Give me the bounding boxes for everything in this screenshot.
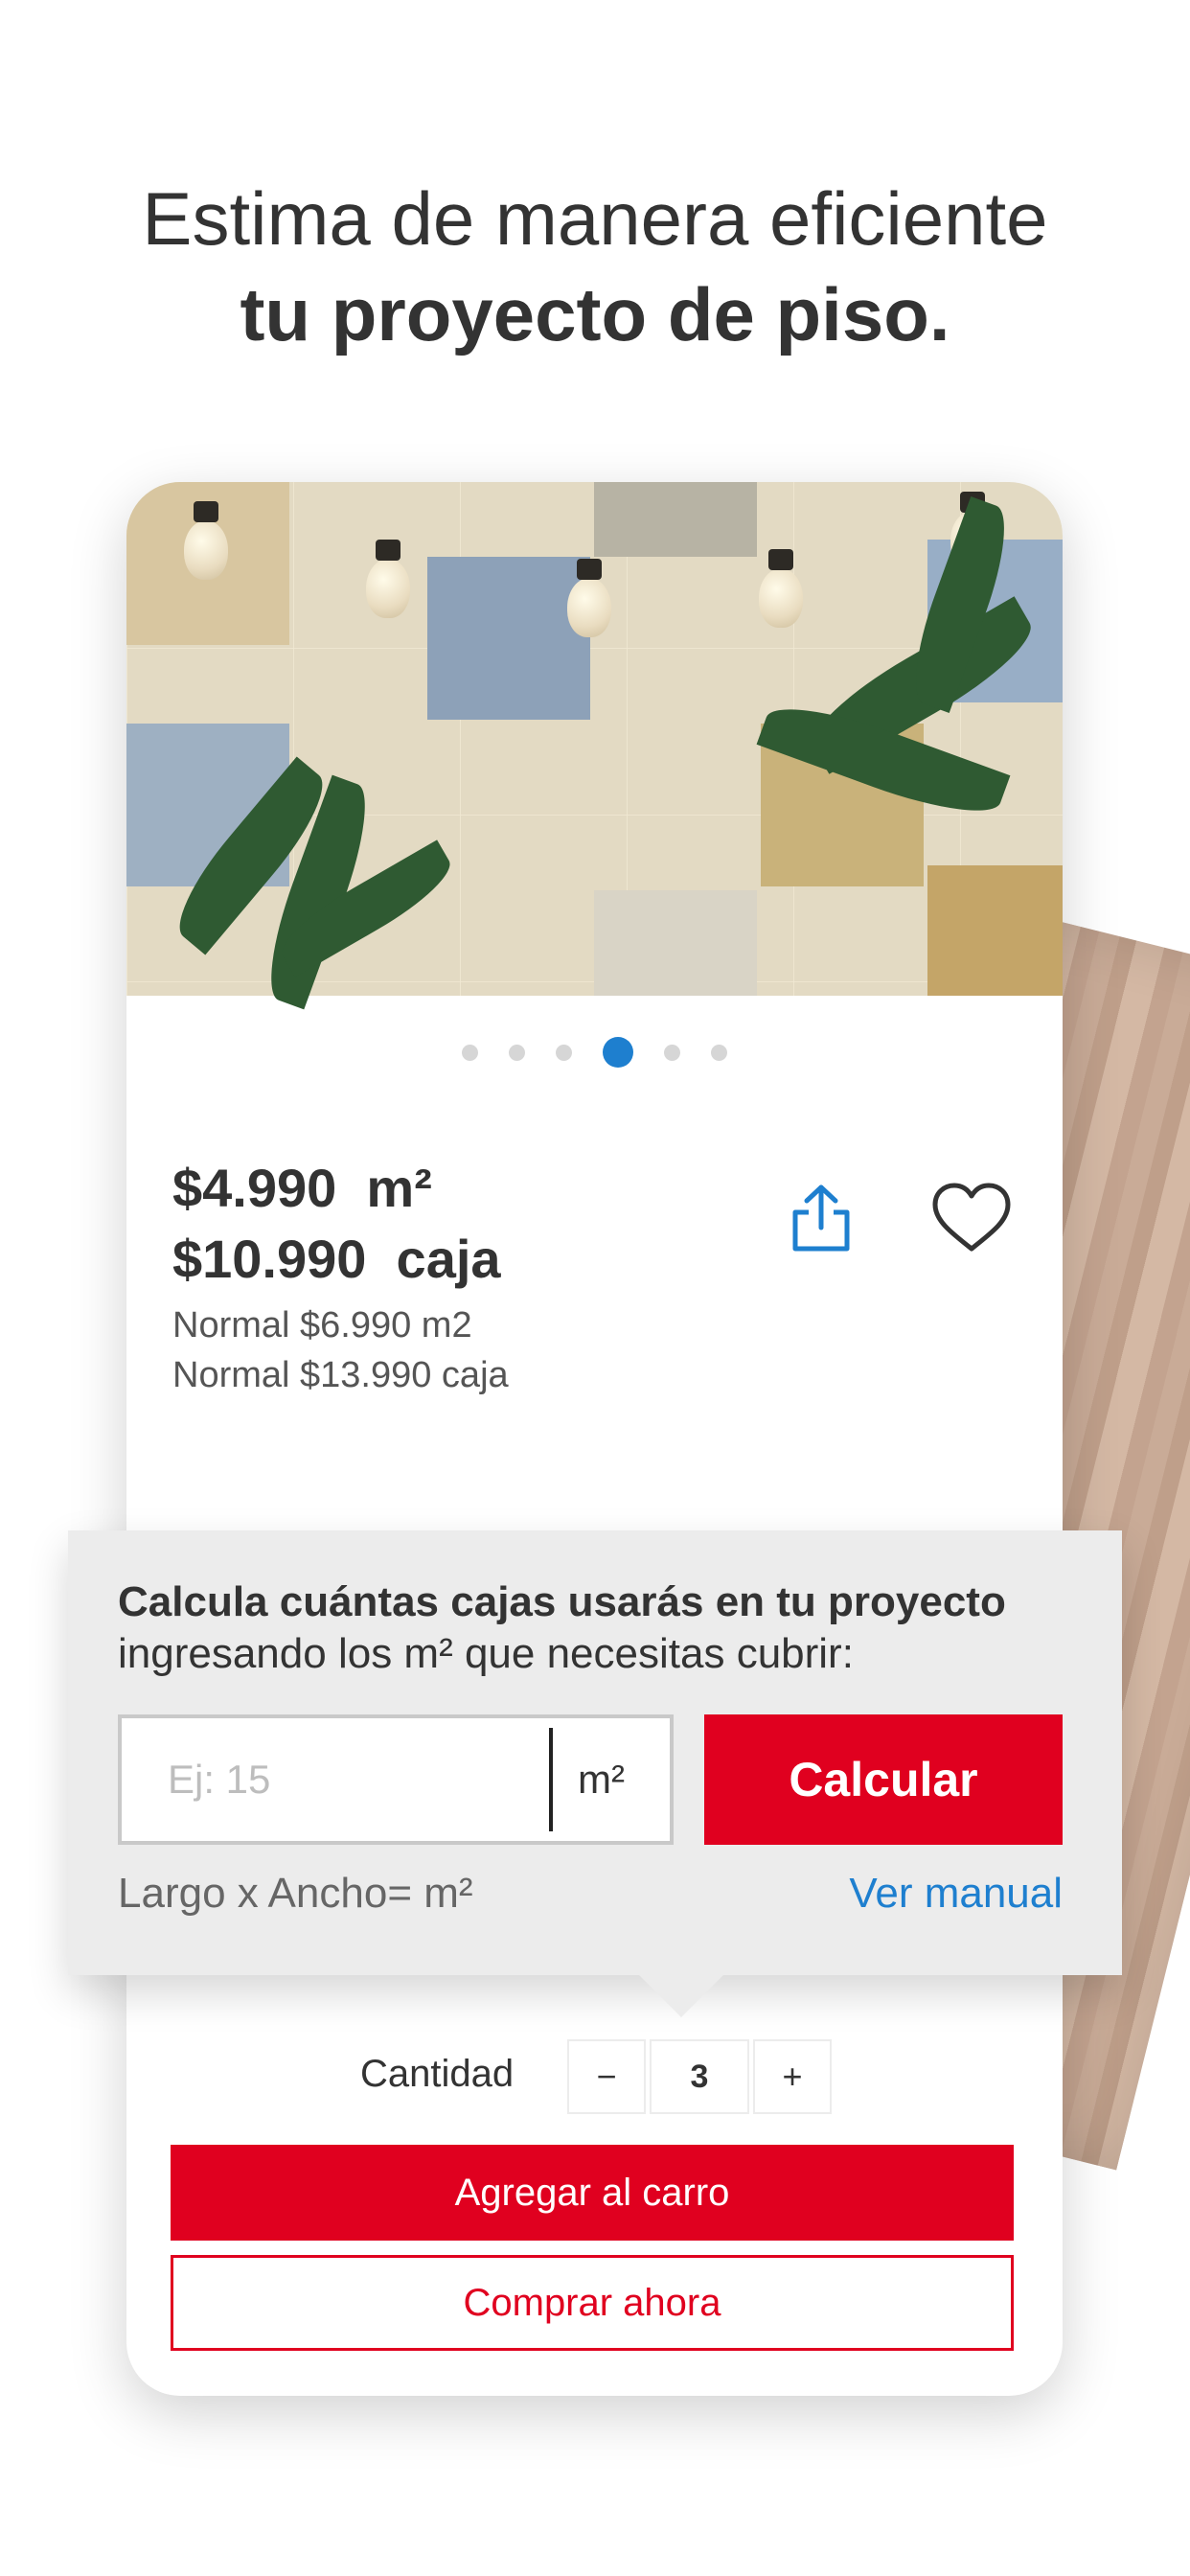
carousel-dot[interactable] (664, 1044, 680, 1061)
bulb-decoration (567, 559, 611, 637)
favorite-button[interactable] (924, 1170, 1019, 1266)
quantity-value[interactable]: 3 (650, 2039, 749, 2114)
quantity-selector: Cantidad − 3 + (126, 2039, 1063, 2116)
calculator-subtitle: ingresando los m² que necesitas cubrir: (118, 1630, 854, 1677)
calculator-instructions: Calcula cuántas cajas usarás en tu proye… (118, 1576, 1076, 1680)
headline-line-2: tu proyecto de piso. (240, 272, 950, 356)
tile-decoration (427, 557, 590, 720)
quantity-label: Cantidad (360, 2053, 515, 2095)
quantity-increment-button[interactable]: + (753, 2039, 832, 2114)
area-unit-label: m² (578, 1757, 625, 1802)
tile-decoration (927, 865, 1063, 996)
carousel-dot[interactable] (509, 1044, 525, 1061)
headline: Estima de manera eficiente tu proyecto d… (0, 171, 1190, 362)
product-card: $4.990 m² $10.990 caja Normal $6.990 m2 … (126, 482, 1063, 2396)
price-per-box: $10.990 caja (172, 1229, 501, 1289)
product-image[interactable] (126, 482, 1063, 1010)
area-input[interactable] (122, 1718, 543, 1841)
bulb-decoration (366, 540, 410, 618)
heart-icon (932, 1183, 1011, 1252)
carousel-dot[interactable] (462, 1044, 478, 1061)
calculate-button[interactable]: Calcular (704, 1714, 1063, 1845)
price-per-m2: $4.990 m² (172, 1158, 432, 1218)
box-calculator-popover: Calcula cuántas cajas usarás en tu proye… (68, 1530, 1122, 2017)
share-button[interactable] (778, 1175, 864, 1261)
buy-now-button[interactable]: Comprar ahora (171, 2255, 1014, 2351)
bulb-decoration (759, 549, 803, 628)
carousel-dot-active[interactable] (603, 1037, 633, 1068)
price-block: $4.990 m² $10.990 caja Normal $6.990 m2 … (172, 1153, 509, 1400)
headline-line-1: Estima de manera eficiente (142, 176, 1048, 261)
tile-decoration (594, 890, 757, 996)
area-formula-hint: Largo x Ancho= m² (118, 1870, 473, 1917)
tile-decoration (594, 482, 757, 557)
bulb-decoration (184, 501, 228, 580)
share-icon (792, 1184, 850, 1252)
area-input-group: m² (118, 1714, 674, 1845)
carousel-dot[interactable] (556, 1044, 572, 1061)
add-to-cart-button[interactable]: Agregar al carro (171, 2145, 1014, 2241)
carousel-dot[interactable] (711, 1044, 727, 1061)
normal-price-m2: Normal $6.990 m2 (172, 1305, 472, 1346)
input-cursor-divider (549, 1728, 553, 1831)
carousel-indicator (126, 1033, 1063, 1071)
normal-price-box: Normal $13.990 caja (172, 1355, 509, 1395)
view-manual-link[interactable]: Ver manual (849, 1870, 1063, 1918)
calculator-title: Calcula cuántas cajas usarás en tu proye… (118, 1578, 1006, 1625)
quantity-decrement-button[interactable]: − (567, 2039, 646, 2114)
